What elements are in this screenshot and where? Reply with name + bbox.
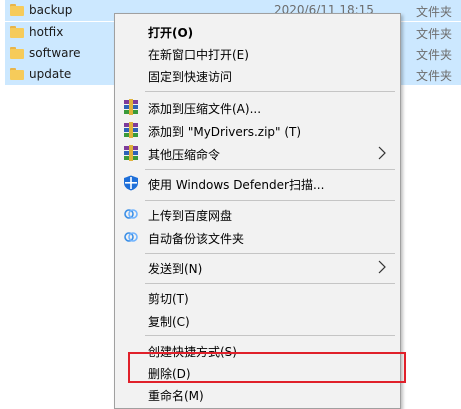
chevron-right-icon [378, 260, 386, 274]
folder-icon [10, 26, 24, 38]
menu-label: 添加到压缩文件(A)... [148, 102, 262, 116]
menu-item-cut[interactable]: 剪切(T) [115, 286, 400, 308]
folder-icon [10, 47, 24, 59]
file-name: backup [29, 3, 73, 17]
menu-separator [145, 200, 395, 201]
menu-item-copy[interactable]: 复制(C) [115, 309, 400, 331]
winrar-icon [123, 122, 139, 138]
file-type: 文件夹 [416, 5, 453, 19]
menu-item-send-to[interactable]: 发送到(N) [115, 256, 400, 278]
menu-label: 复制(C) [148, 315, 190, 329]
menu-item-add-to-zip[interactable]: 添加到 "MyDrivers.zip" (T) [115, 119, 400, 141]
menu-item-pin-quick-access[interactable]: 固定到快速访问 [115, 64, 400, 86]
file-name: software [29, 46, 81, 60]
menu-label: 使用 Windows Defender扫描... [148, 178, 325, 192]
baidu-cloud-icon [123, 229, 139, 245]
menu-label: 剪切(T) [148, 292, 189, 306]
defender-shield-icon [123, 175, 139, 191]
highlight-box [128, 352, 406, 383]
menu-item-open[interactable]: 打开(O) [115, 20, 400, 42]
menu-label: 自动备份该文件夹 [148, 232, 245, 246]
menu-item-other-compress[interactable]: 其他压缩命令 [115, 142, 400, 164]
chevron-right-icon [378, 146, 386, 160]
file-type: 文件夹 [416, 69, 453, 83]
winrar-icon [123, 99, 139, 115]
context-menu: 打开(O) 在新窗口中打开(E) 固定到快速访问 添加到压缩文件(A)... 添… [114, 13, 401, 409]
baidu-cloud-icon [123, 206, 139, 222]
menu-separator [145, 253, 395, 254]
menu-label: 其他压缩命令 [148, 148, 221, 162]
menu-separator [145, 169, 395, 170]
file-name: hotfix [29, 25, 64, 39]
menu-label: 固定到快速访问 [148, 70, 233, 84]
winrar-icon [123, 145, 139, 161]
file-type: 文件夹 [416, 27, 453, 41]
menu-separator [145, 283, 395, 284]
menu-label: 添加到 "MyDrivers.zip" (T) [148, 125, 302, 139]
menu-label: 上传到百度网盘 [148, 209, 233, 223]
menu-label: 打开(O) [148, 26, 194, 40]
menu-item-rename[interactable]: 重命名(M) [115, 383, 400, 405]
menu-item-add-to-archive[interactable]: 添加到压缩文件(A)... [115, 96, 400, 118]
menu-label: 重命名(M) [148, 389, 204, 403]
folder-icon [10, 68, 24, 80]
menu-separator [145, 335, 395, 336]
file-type: 文件夹 [416, 48, 453, 62]
menu-label: 在新窗口中打开(E) [148, 48, 249, 62]
menu-item-upload-baidu[interactable]: 上传到百度网盘 [115, 203, 400, 225]
menu-item-auto-backup[interactable]: 自动备份该文件夹 [115, 226, 400, 248]
menu-item-open-new-window[interactable]: 在新窗口中打开(E) [115, 42, 400, 64]
file-name: update [29, 67, 72, 81]
menu-label: 发送到(N) [148, 262, 203, 276]
menu-item-defender-scan[interactable]: 使用 Windows Defender扫描... [115, 172, 400, 194]
menu-separator [145, 91, 395, 92]
folder-icon [10, 4, 24, 16]
